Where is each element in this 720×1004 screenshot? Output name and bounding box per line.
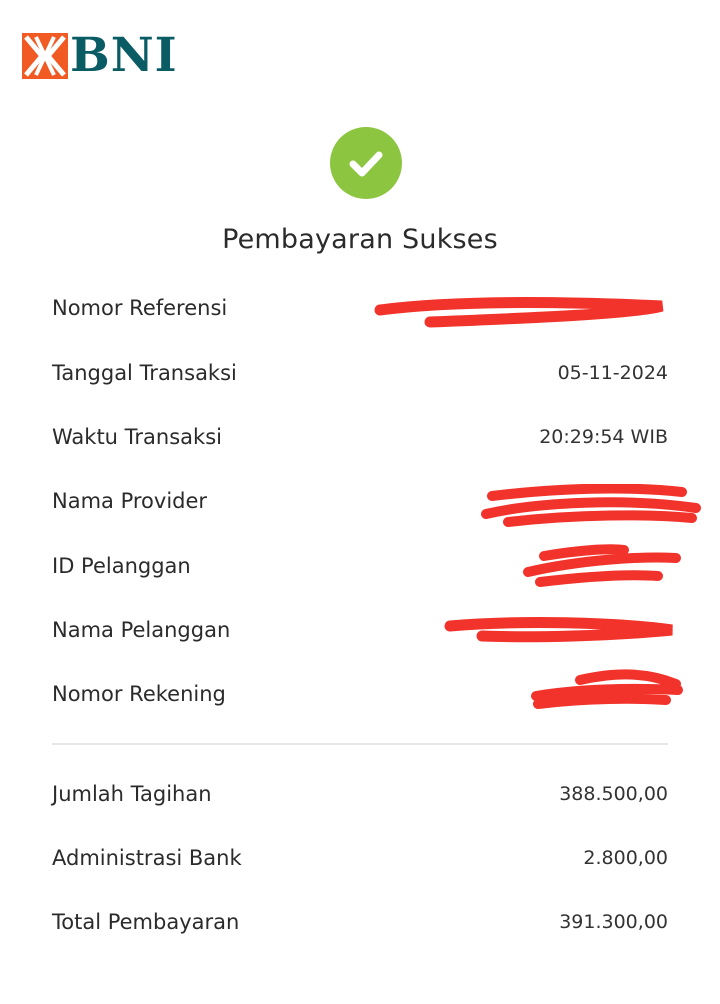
- row-id-pelanggan: ID Pelanggan: [52, 546, 668, 586]
- bni-logo-text: BNI: [70, 28, 178, 83]
- bni-logo-mark-icon: [22, 33, 68, 79]
- row-nomor-referensi: Nomor Referensi: [52, 288, 668, 328]
- bni-logo: BNI: [22, 30, 178, 82]
- divider: [52, 743, 668, 745]
- row-waktu-transaksi: Waktu Transaksi 20:29:54 WIB: [52, 417, 668, 457]
- checkmark-icon: [349, 151, 383, 177]
- row-nama-pelanggan: Nama Pelanggan: [52, 610, 668, 650]
- label-id-pelanggan: ID Pelanggan: [52, 554, 191, 578]
- value-tanggal-transaksi: 05-11-2024: [557, 362, 668, 384]
- page-title: Pembayaran Sukses: [222, 224, 498, 255]
- label-nomor-referensi: Nomor Referensi: [52, 296, 228, 320]
- row-total-pembayaran: Total Pembayaran 391.300,00: [52, 902, 668, 942]
- label-nama-pelanggan: Nama Pelanggan: [52, 618, 231, 642]
- label-waktu-transaksi: Waktu Transaksi: [52, 425, 222, 449]
- row-nama-provider: Nama Provider: [52, 481, 668, 521]
- value-administrasi-bank: 2.800,00: [583, 847, 668, 869]
- row-tanggal-transaksi: Tanggal Transaksi 05-11-2024: [52, 353, 668, 393]
- label-total-pembayaran: Total Pembayaran: [52, 910, 240, 934]
- label-jumlah-tagihan: Jumlah Tagihan: [52, 782, 212, 806]
- row-nomor-rekening: Nomor Rekening: [52, 674, 668, 714]
- value-waktu-transaksi: 20:29:54 WIB: [539, 426, 668, 448]
- label-administrasi-bank: Administrasi Bank: [52, 846, 242, 870]
- value-jumlah-tagihan: 388.500,00: [559, 783, 668, 805]
- label-nama-provider: Nama Provider: [52, 489, 208, 513]
- label-tanggal-transaksi: Tanggal Transaksi: [52, 361, 237, 385]
- label-nomor-rekening: Nomor Rekening: [52, 682, 226, 706]
- row-administrasi-bank: Administrasi Bank 2.800,00: [52, 838, 668, 878]
- row-jumlah-tagihan: Jumlah Tagihan 388.500,00: [52, 774, 668, 814]
- success-checkmark-icon: [330, 127, 402, 199]
- value-total-pembayaran: 391.300,00: [559, 911, 668, 933]
